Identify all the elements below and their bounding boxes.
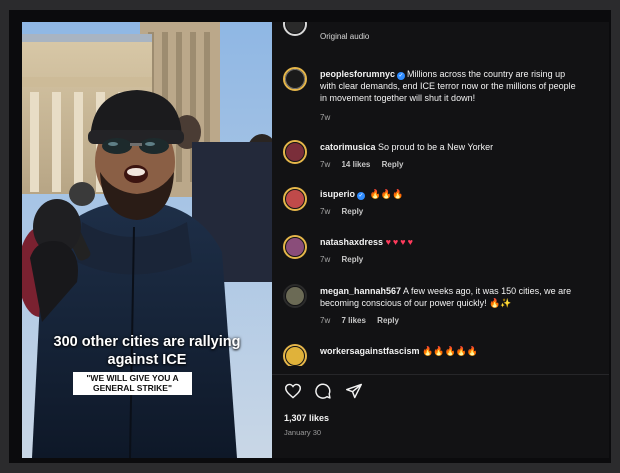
isuperio-avatar[interactable] [283, 187, 307, 211]
caption-meta: 7w [320, 113, 339, 122]
comment-meta: 7w 14 likes Reply [320, 160, 412, 169]
comment-time: 7w [320, 160, 331, 169]
comment-body: ♥♥♥♥ [385, 237, 415, 247]
comment-catorimusica: catorimusica So proud to be a New Yorker… [283, 140, 609, 176]
comment-likes[interactable]: 7 likes [341, 316, 365, 325]
comment-meta: 7w 7 likes Reply [320, 316, 408, 325]
comment-likes[interactable]: 14 likes [341, 160, 370, 169]
comment-text: natashaxdress ♥♥♥♥ [320, 236, 607, 248]
audio-avatar [283, 22, 307, 36]
post-actions [284, 383, 371, 404]
comment-text: workersagainstfascism 🔥🔥🔥🔥🔥 [320, 345, 607, 357]
video-caption-line-1: 300 other cities are rallying [53, 334, 241, 350]
comment-megan_hannah567: megan_hannah567 A few weeks ago, it was … [283, 284, 609, 334]
comment-text: isuperio ✓ 🔥🔥🔥 [320, 188, 607, 200]
caption-username[interactable]: peoplesforumnyc [320, 69, 395, 79]
comment-meta: 7w Reply [320, 255, 372, 264]
heart-icon[interactable] [284, 383, 302, 399]
comment-meta: 7w Reply [320, 207, 372, 216]
workersagainstfascism-avatar[interactable] [283, 344, 307, 368]
comment-text: catorimusica So proud to be a New Yorker [320, 141, 607, 153]
comment-username[interactable]: natashaxdress [320, 237, 383, 247]
comment-username[interactable]: catorimusica [320, 142, 376, 152]
comment-time: 7w [320, 207, 331, 216]
share-icon[interactable] [345, 383, 363, 399]
reel-video[interactable]: 300 other cities are rallying against IC… [22, 22, 272, 458]
comment-body: 🔥🔥🔥🔥🔥 [422, 346, 479, 356]
video-caption-line-2: against ICE [107, 352, 187, 368]
reply-button[interactable]: Reply [382, 160, 404, 169]
comment-body: So proud to be a New Yorker [378, 142, 494, 152]
comment-body-line-2: becoming conscious of our power quickly!… [320, 298, 512, 308]
caption-line-2: with clear demands, end ICE terror now o… [320, 81, 576, 91]
post-date: January 30 [284, 428, 322, 437]
comment-isuperio: isuperio ✓ 🔥🔥🔥 7w Reply [283, 187, 609, 223]
original-audio-label[interactable]: Original audio [320, 32, 369, 41]
comment-text: megan_hannah567 A few weeks ago, it was … [320, 285, 607, 309]
comment-username[interactable]: megan_hannah567 [320, 286, 401, 296]
comment-time: 7w [320, 255, 331, 264]
caption-time: 7w [320, 113, 331, 122]
comment-body: 🔥🔥🔥 [369, 189, 404, 199]
reply-button[interactable]: Reply [341, 207, 363, 216]
comment-username[interactable]: isuperio [320, 189, 355, 199]
comment-username[interactable]: workersagainstfascism [320, 346, 420, 356]
comment-time: 7w [320, 316, 331, 325]
verified-badge-icon: ✓ [397, 72, 406, 80]
caption-text: peoplesforumnyc ✓ Millions across the coun… [320, 68, 607, 104]
post-caption: peoplesforumnyc ✓ Millions across the coun… [283, 67, 609, 127]
divider [272, 374, 609, 375]
like-count[interactable]: 1,307 likes [284, 413, 329, 423]
verified-badge-icon: ✓ [357, 192, 366, 200]
comment-natashaxdress: natashaxdress ♥♥♥♥ 7w Reply [283, 235, 609, 271]
comment-icon[interactable] [314, 383, 332, 399]
peoplesforumnyc-avatar[interactable] [283, 67, 307, 91]
reply-button[interactable]: Reply [341, 255, 363, 264]
post-detail-panel: Original audio peoplesforumnyc ✓ Millions … [272, 22, 609, 458]
comment-body: A few weeks ago, it was 150 cities, we a… [403, 286, 572, 296]
natashaxdress-avatar[interactable] [283, 235, 307, 259]
megan_hannah567-avatar[interactable] [283, 284, 307, 308]
caption-line-1: Millions across the country are rising u… [407, 69, 566, 79]
video-quote-box: "WE WILL GIVE YOU A GENERAL STRIKE" [73, 372, 192, 395]
reply-button[interactable]: Reply [377, 316, 399, 325]
caption-line-3: in movement together will shut it down! [320, 93, 476, 103]
catorimusica-avatar[interactable] [283, 140, 307, 164]
